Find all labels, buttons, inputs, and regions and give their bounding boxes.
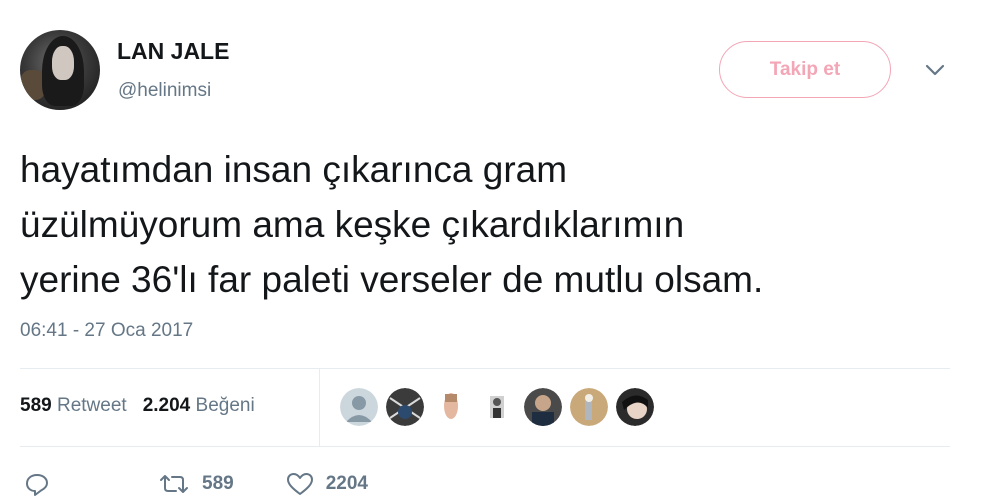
liker-avatar[interactable] (386, 388, 424, 426)
retweet-action-count: 589 (202, 473, 234, 494)
liker-avatar[interactable] (432, 388, 470, 426)
retweet-icon (158, 472, 190, 496)
liker-avatar[interactable] (478, 388, 516, 426)
like-count: 2.204 (142, 395, 191, 416)
liker-avatar[interactable] (340, 388, 378, 426)
reply-button[interactable] (24, 472, 50, 496)
like-label: Beğeni (195, 395, 255, 416)
divider (20, 446, 950, 447)
divider (20, 368, 950, 369)
reply-icon (24, 472, 50, 496)
retweet-button[interactable]: 589 (158, 472, 234, 496)
avatar[interactable] (20, 30, 100, 110)
like-button[interactable]: 2204 (286, 472, 368, 496)
heart-icon (286, 472, 314, 496)
like-stat[interactable]: 2.204 Beğeni (143, 395, 255, 417)
likers-list (340, 388, 654, 426)
tweet-stats: 589 Retweet 2.204 Beğeni (20, 395, 255, 417)
display-name[interactable]: LAN JALE (117, 38, 229, 65)
user-handle[interactable]: @helinimsi (118, 80, 211, 102)
liker-avatar[interactable] (616, 388, 654, 426)
liker-avatar[interactable] (570, 388, 608, 426)
retweet-label: Retweet (56, 395, 127, 416)
tweet-timestamp[interactable]: 06:41 - 27 Oca 2017 (20, 320, 193, 342)
follow-button[interactable]: Takip et (719, 41, 891, 98)
stats-separator (319, 368, 320, 446)
tweet-text: hayatımdan insan çıkarınca gram üzülmüyo… (20, 149, 764, 300)
chevron-down-icon[interactable] (924, 62, 946, 78)
liker-avatar[interactable] (524, 388, 562, 426)
retweet-stat[interactable]: 589 Retweet (20, 395, 127, 417)
retweet-count: 589 (20, 395, 52, 416)
like-action-count: 2204 (325, 473, 368, 494)
tweet-actions: 589 2204 (24, 472, 368, 496)
